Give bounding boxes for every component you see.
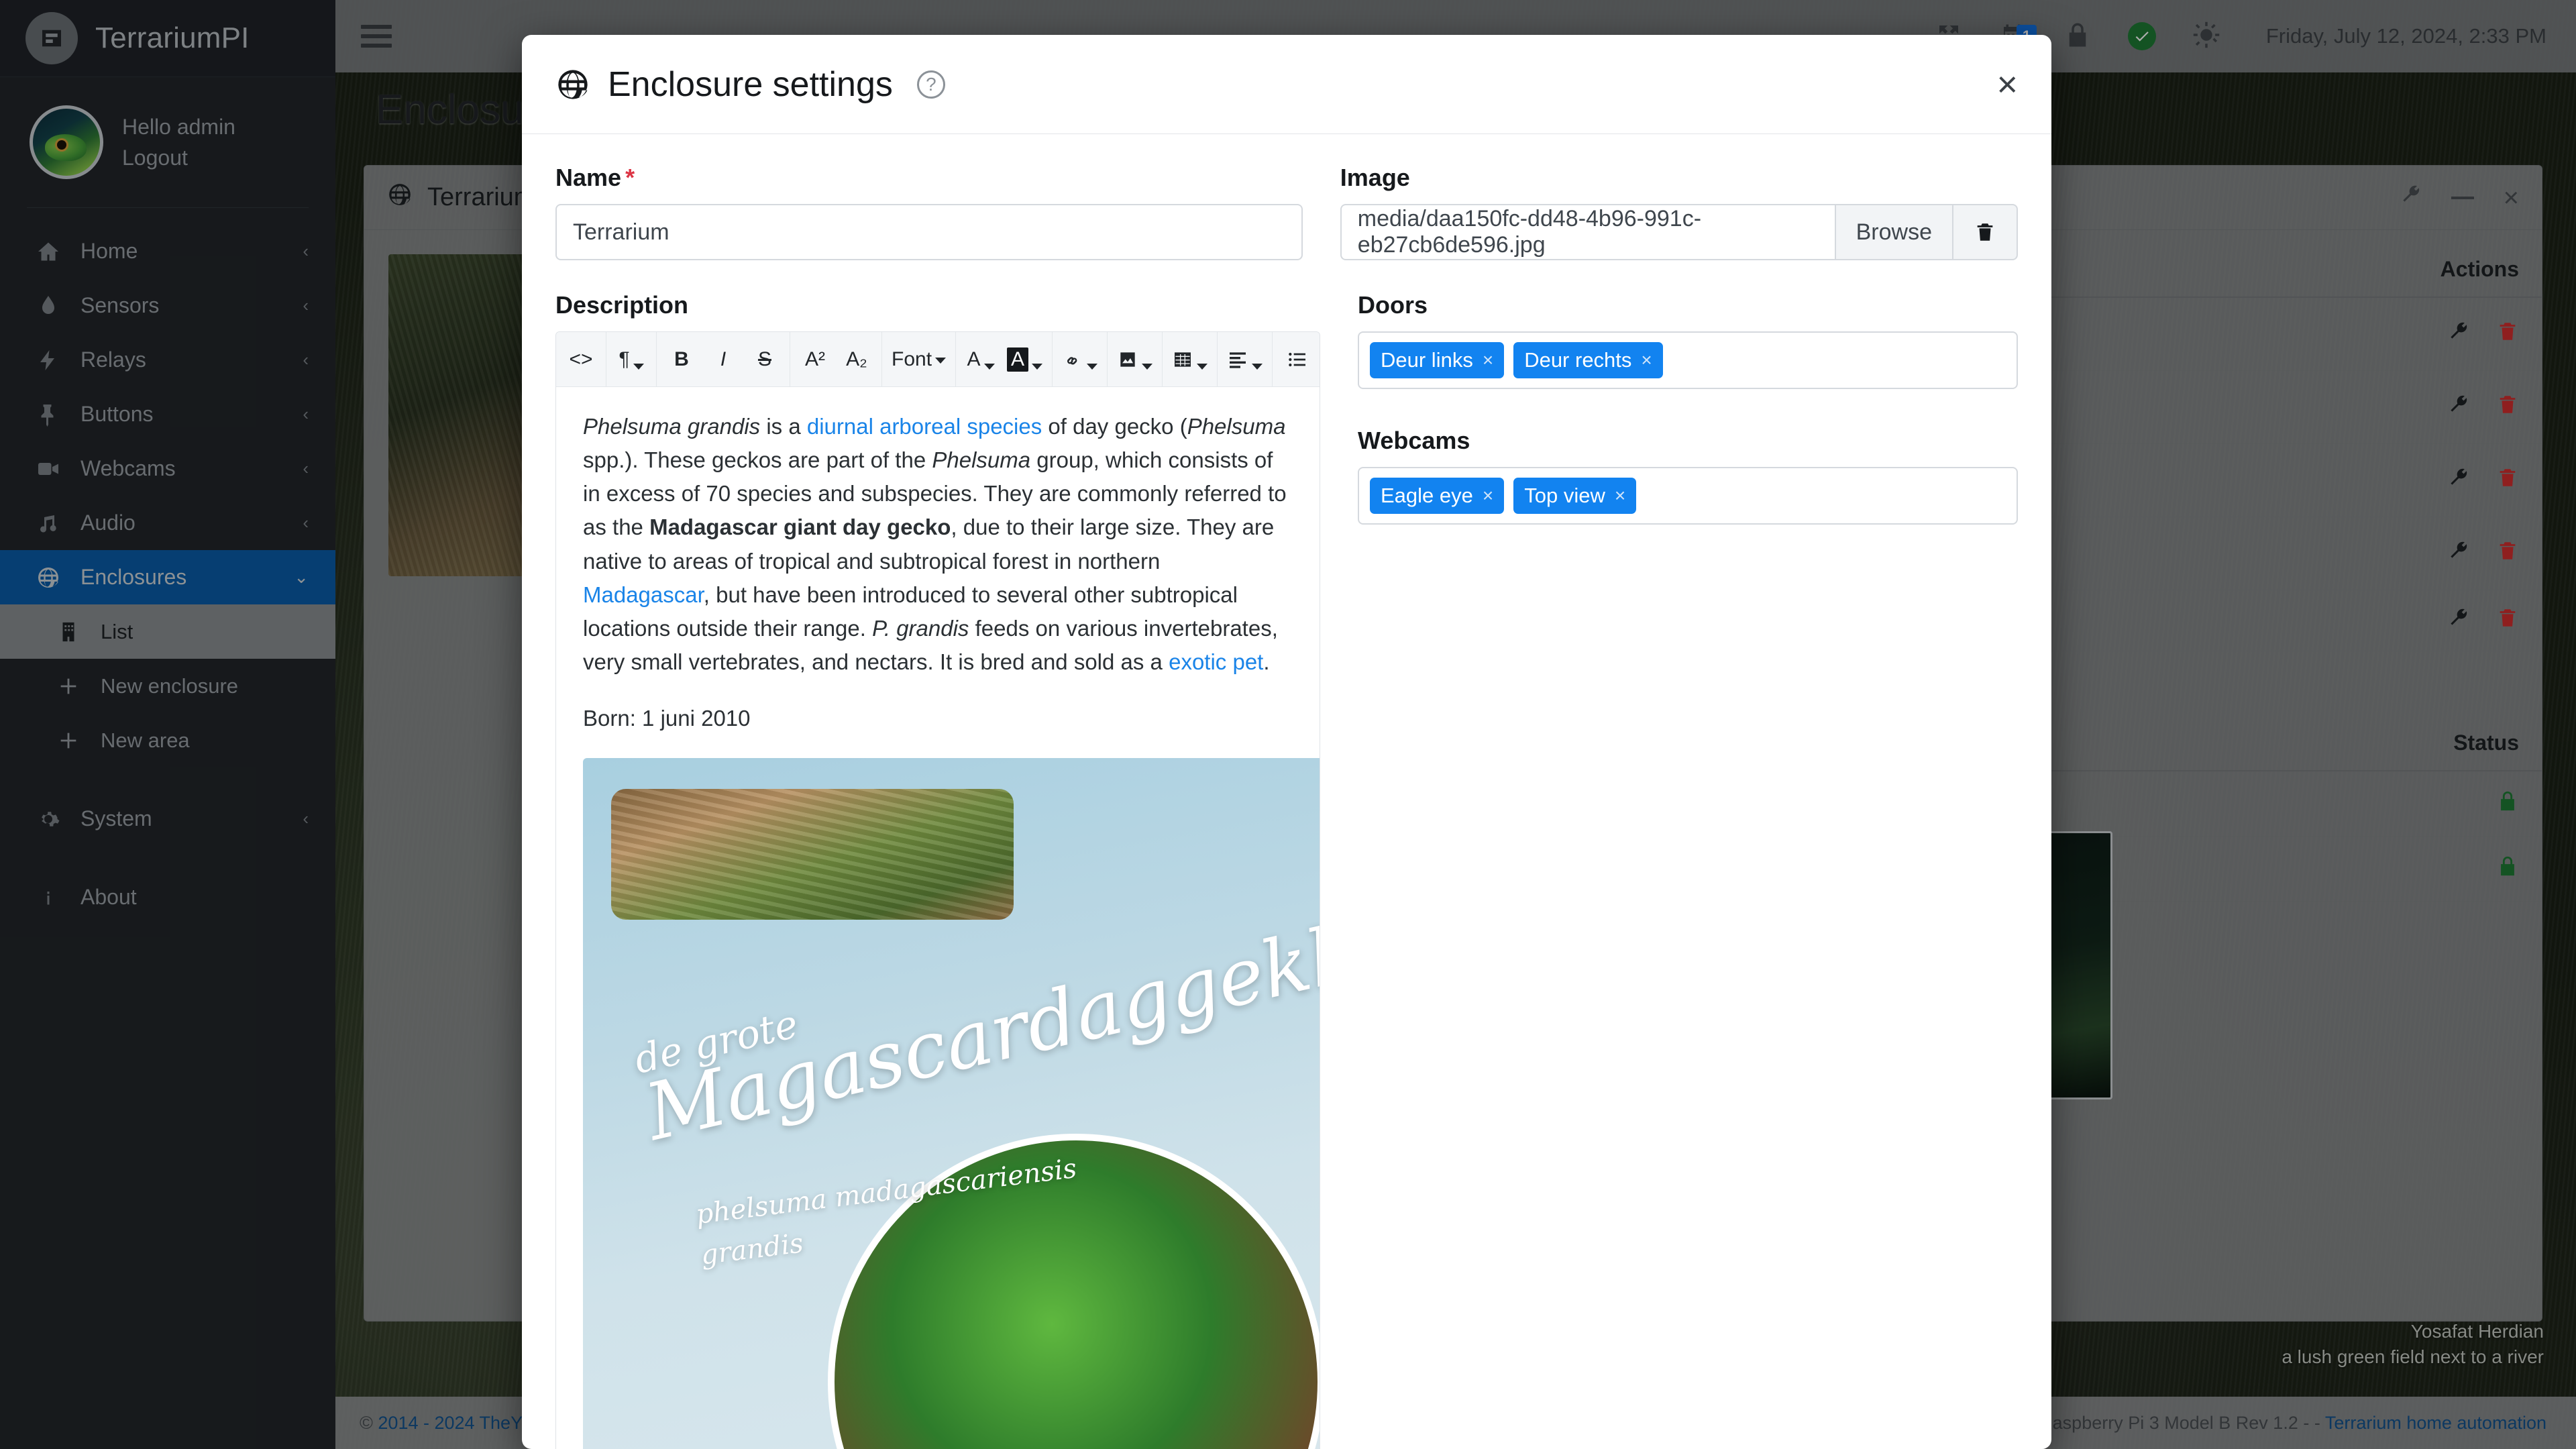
close-icon[interactable]: × xyxy=(1996,66,2018,103)
modal-header: Enclosure settings ? × xyxy=(522,35,2051,134)
required-marker: * xyxy=(625,164,635,191)
chevron-down-icon xyxy=(983,364,995,370)
row-description-doors: Description <> ¶ B I S A² A₂ Font A A Ph… xyxy=(555,291,2018,1449)
name-input[interactable]: Terrarium xyxy=(555,204,1303,260)
name-label: Name * xyxy=(555,164,635,191)
door-tag[interactable]: Deur links × xyxy=(1370,342,1505,378)
italic-button[interactable]: I xyxy=(702,332,744,386)
align-button[interactable] xyxy=(1222,332,1268,386)
description-paragraph-1: Phelsuma grandis is a diurnal arboreal s… xyxy=(583,414,1287,675)
remove-tag-icon[interactable]: × xyxy=(1483,350,1493,371)
modal-title: Enclosure settings xyxy=(608,64,893,104)
editor-toolbar: <> ¶ B I S A² A₂ Font A A xyxy=(556,332,1320,387)
insert-image-button[interactable] xyxy=(1112,332,1158,386)
source-code-button[interactable]: <> xyxy=(560,332,602,386)
image-label: Image xyxy=(1340,164,1410,191)
image-input-group: media/daa150fc-dd48-4b96-991c-eb27cb6de5… xyxy=(1340,204,2018,260)
webcams-label: Webcams xyxy=(1358,427,1470,454)
ordered-list-button[interactable] xyxy=(1318,332,1320,386)
chevron-down-icon xyxy=(1032,364,1043,370)
link-exotic-pet[interactable]: exotic pet xyxy=(1169,649,1263,674)
row-name-image: Name * Terrarium Image media/daa150fc-dd4… xyxy=(555,164,2018,260)
browse-button[interactable]: Browse xyxy=(1835,204,1953,260)
door-tag-label: Deur links xyxy=(1381,348,1473,372)
question-icon[interactable]: ? xyxy=(916,70,945,99)
modal-body: Name * Terrarium Image media/daa150fc-dd4… xyxy=(522,134,2051,1449)
poster-top-photo xyxy=(611,789,1014,920)
bullet-list-icon xyxy=(1289,352,1306,366)
webcam-tag[interactable]: Eagle eye × xyxy=(1370,478,1505,514)
image-path-input[interactable]: media/daa150fc-dd48-4b96-991c-eb27cb6de5… xyxy=(1340,204,1836,260)
doors-webcams-group: Doors Deur links × Deur rechts × Webcams… xyxy=(1358,291,2018,1449)
link-madagascar[interactable]: Madagascar xyxy=(583,582,704,607)
superscript-button[interactable]: A² xyxy=(794,332,836,386)
strikethrough-button[interactable]: S xyxy=(744,332,786,386)
delete-image-button[interactable] xyxy=(1953,204,2018,260)
chevron-down-icon xyxy=(935,358,947,364)
common-name-bold: Madagascar giant day gecko xyxy=(649,515,951,540)
remove-tag-icon[interactable]: × xyxy=(1641,350,1652,371)
description-label: Description xyxy=(555,291,689,319)
font-button[interactable]: Font xyxy=(886,332,951,386)
unordered-list-button[interactable] xyxy=(1277,332,1318,386)
genus-italic-2: Phelsuma xyxy=(932,447,1031,473)
image-icon xyxy=(1120,352,1135,367)
remove-tag-icon[interactable]: × xyxy=(1483,485,1493,506)
image-field-group: Image media/daa150fc-dd48-4b96-991c-eb27… xyxy=(1340,164,2018,260)
table-icon xyxy=(1175,352,1191,367)
door-tag-label: Deur rechts xyxy=(1524,348,1632,372)
remove-tag-icon[interactable]: × xyxy=(1615,485,1625,506)
chevron-down-icon xyxy=(633,364,644,370)
description-paragraph-2: Born: 1 juni 2010 xyxy=(583,706,751,731)
editor-content[interactable]: Phelsuma grandis is a diurnal arboreal s… xyxy=(556,387,1320,1449)
link-button[interactable] xyxy=(1057,332,1103,386)
chevron-down-icon xyxy=(1087,364,1098,370)
webcam-tag-label: Top view xyxy=(1524,484,1605,507)
highlight-color-button[interactable]: A xyxy=(1002,332,1048,386)
align-icon xyxy=(1230,352,1246,368)
text-color-button[interactable]: A xyxy=(960,332,1002,386)
enclosure-settings-modal: Enclosure settings ? × Name * Terrarium I… xyxy=(522,35,2051,1449)
description-group: Description <> ¶ B I S A² A₂ Font A A Ph… xyxy=(555,291,1320,1449)
webcams-tag-box[interactable]: Eagle eye × Top view × xyxy=(1358,467,2018,525)
insert-table-button[interactable] xyxy=(1167,332,1213,386)
poster-image: 30°C 20°C 80% 60% de grote Mag xyxy=(583,758,1320,1449)
doors-label: Doors xyxy=(1358,291,1428,319)
chevron-down-icon xyxy=(1252,364,1263,370)
globe-icon xyxy=(555,67,590,102)
webcam-tag[interactable]: Top view × xyxy=(1513,478,1637,514)
subscript-button[interactable]: A₂ xyxy=(836,332,877,386)
paragraph-style-button[interactable]: ¶ xyxy=(610,332,652,386)
abbrev-italic: P. grandis xyxy=(872,615,969,641)
poster-title: de grote Magascardaggekko xyxy=(630,897,1320,1159)
name-field-group: Name * Terrarium xyxy=(555,164,1303,260)
webcam-tag-label: Eagle eye xyxy=(1381,484,1473,507)
trash-icon xyxy=(1977,223,1993,241)
chevron-down-icon xyxy=(1197,364,1208,370)
bold-button[interactable]: B xyxy=(661,332,702,386)
doors-tag-box[interactable]: Deur links × Deur rechts × xyxy=(1358,331,2018,389)
door-tag[interactable]: Deur rechts × xyxy=(1513,342,1663,378)
chevron-down-icon xyxy=(1142,364,1153,370)
species-name-italic: Phelsuma grandis xyxy=(583,414,761,439)
rich-text-editor: <> ¶ B I S A² A₂ Font A A Phelsuma grand… xyxy=(555,331,1320,1449)
link-icon xyxy=(1067,356,1077,365)
genus-italic: Phelsuma xyxy=(1187,414,1286,439)
link-diurnal-arboreal-species[interactable]: diurnal arboreal species xyxy=(807,414,1042,439)
